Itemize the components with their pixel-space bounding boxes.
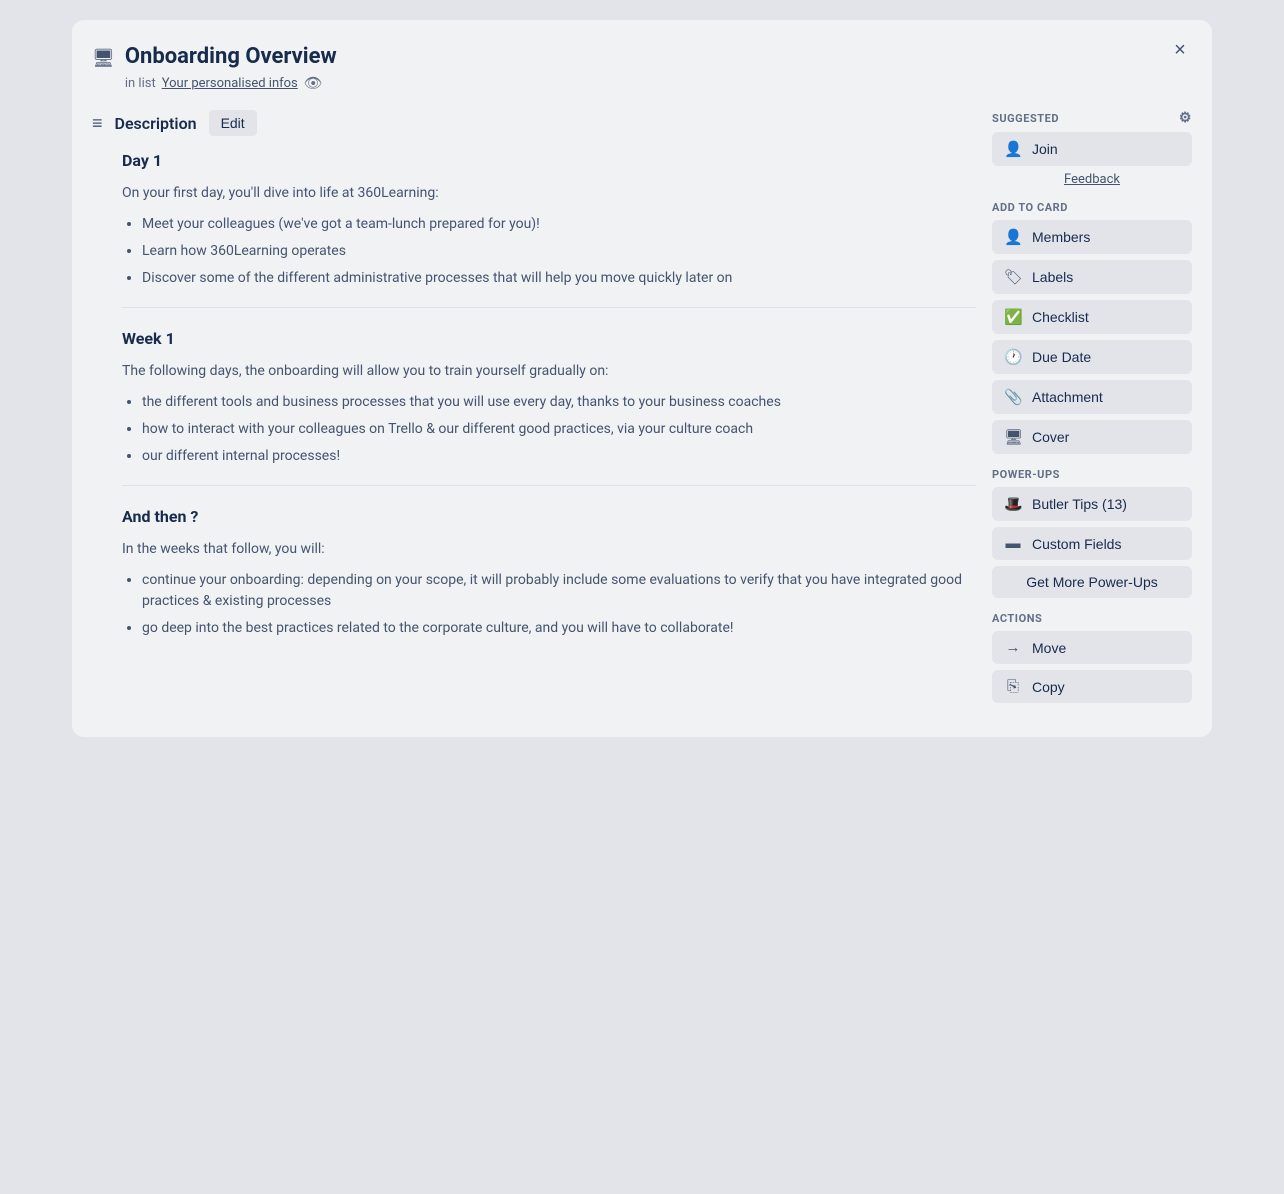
list-item: the different tools and business process… bbox=[142, 392, 976, 413]
person-icon: 👤 bbox=[1004, 140, 1022, 158]
butler-icon: 🎩 bbox=[1004, 495, 1022, 513]
description-icon: ≡ bbox=[92, 113, 103, 134]
add-to-card-section: ADD TO CARD 👤 Members 🏷 Labels ✅ Checkli… bbox=[992, 201, 1192, 454]
butler-tips-button[interactable]: 🎩 Butler Tips (13) bbox=[992, 487, 1192, 521]
attachment-button[interactable]: 📎 Attachment bbox=[992, 380, 1192, 414]
join-button[interactable]: 👤 Join bbox=[992, 132, 1192, 166]
checklist-button[interactable]: ✅ Checklist bbox=[992, 300, 1192, 334]
card-breadcrumb: in list Your personalised infos 👁 bbox=[125, 74, 337, 92]
add-to-card-title: ADD TO CARD bbox=[992, 201, 1192, 214]
section-week1-intro: The following days, the onboarding will … bbox=[122, 360, 976, 382]
move-button[interactable]: → Move bbox=[992, 631, 1192, 664]
description-header: ≡ Description Edit bbox=[92, 110, 976, 136]
custom-fields-button[interactable]: ▬ Custom Fields bbox=[992, 527, 1192, 560]
sidebar: SUGGESTED ⚙ 👤 Join Feedback ADD TO CARD … bbox=[992, 110, 1192, 717]
modal-header: 🖥 Onboarding Overview in list Your perso… bbox=[92, 44, 1192, 92]
list-item: continue your onboarding: depending on y… bbox=[142, 570, 976, 612]
description-content: Day 1 On your first day, you'll dive int… bbox=[92, 148, 976, 639]
card-title: Onboarding Overview bbox=[125, 44, 337, 70]
power-ups-section: POWER-UPS 🎩 Butler Tips (13) ▬ Custom Fi… bbox=[992, 468, 1192, 598]
list-item: our different internal processes! bbox=[142, 446, 976, 467]
list-item: Meet your colleagues (we've got a team-l… bbox=[142, 214, 976, 235]
section-day1-heading: Day 1 bbox=[122, 148, 976, 174]
list-item: how to interact with your colleagues on … bbox=[142, 419, 976, 440]
section-day1-list: Meet your colleagues (we've got a team-l… bbox=[142, 214, 976, 289]
main-content: ≡ Description Edit Day 1 On your first d… bbox=[92, 110, 976, 717]
clock-icon: 🕐 bbox=[1004, 348, 1022, 366]
close-button[interactable]: × bbox=[1164, 34, 1196, 66]
in-list-label: in list bbox=[125, 76, 156, 91]
section-andthen-intro: In the weeks that follow, you will: bbox=[122, 538, 976, 560]
labels-icon: 🏷 bbox=[1004, 268, 1022, 286]
due-date-button[interactable]: 🕐 Due Date bbox=[992, 340, 1192, 374]
cover-icon: 🖥 bbox=[1004, 428, 1022, 446]
section-day1-intro: On your first day, you'll dive into life… bbox=[122, 182, 976, 204]
section-andthen-list: continue your onboarding: depending on y… bbox=[142, 570, 976, 639]
cover-button[interactable]: 🖥 Cover bbox=[992, 420, 1192, 454]
members-button[interactable]: 👤 Members bbox=[992, 220, 1192, 254]
divider bbox=[122, 485, 976, 486]
labels-button[interactable]: 🏷 Labels bbox=[992, 260, 1192, 294]
members-icon: 👤 bbox=[1004, 228, 1022, 246]
divider bbox=[122, 307, 976, 308]
list-item: go deep into the best practices related … bbox=[142, 618, 976, 639]
get-more-button[interactable]: Get More Power-Ups bbox=[992, 566, 1192, 598]
feedback-link[interactable]: Feedback bbox=[992, 172, 1192, 187]
power-ups-title: POWER-UPS bbox=[992, 468, 1192, 481]
suggested-section: SUGGESTED ⚙ 👤 Join Feedback bbox=[992, 110, 1192, 187]
suggested-title: SUGGESTED ⚙ bbox=[992, 110, 1192, 126]
move-icon: → bbox=[1004, 639, 1022, 656]
list-link[interactable]: Your personalised infos bbox=[162, 76, 298, 91]
modal-body: ≡ Description Edit Day 1 On your first d… bbox=[92, 110, 1192, 717]
gear-icon[interactable]: ⚙ bbox=[1179, 110, 1192, 126]
list-item: Learn how 360Learning operates bbox=[142, 241, 976, 262]
card-icon: 🖥 bbox=[92, 48, 115, 69]
edit-button[interactable]: Edit bbox=[209, 110, 257, 136]
copy-button[interactable]: ⎘ Copy bbox=[992, 670, 1192, 703]
section-andthen-heading: And then ? bbox=[122, 504, 976, 530]
description-title: Description bbox=[115, 114, 197, 133]
copy-icon: ⎘ bbox=[1004, 678, 1022, 695]
actions-title: ACTIONS bbox=[992, 612, 1192, 625]
list-item: Discover some of the different administr… bbox=[142, 268, 976, 289]
section-week1-heading: Week 1 bbox=[122, 326, 976, 352]
section-week1-list: the different tools and business process… bbox=[142, 392, 976, 467]
watch-icon[interactable]: 👁 bbox=[304, 74, 323, 92]
header-text: Onboarding Overview in list Your persona… bbox=[125, 44, 337, 92]
custom-fields-icon: ▬ bbox=[1004, 535, 1022, 552]
checklist-icon: ✅ bbox=[1004, 308, 1022, 326]
actions-section: ACTIONS → Move ⎘ Copy bbox=[992, 612, 1192, 703]
attachment-icon: 📎 bbox=[1004, 388, 1022, 406]
card-modal: × 🖥 Onboarding Overview in list Your per… bbox=[72, 20, 1212, 737]
